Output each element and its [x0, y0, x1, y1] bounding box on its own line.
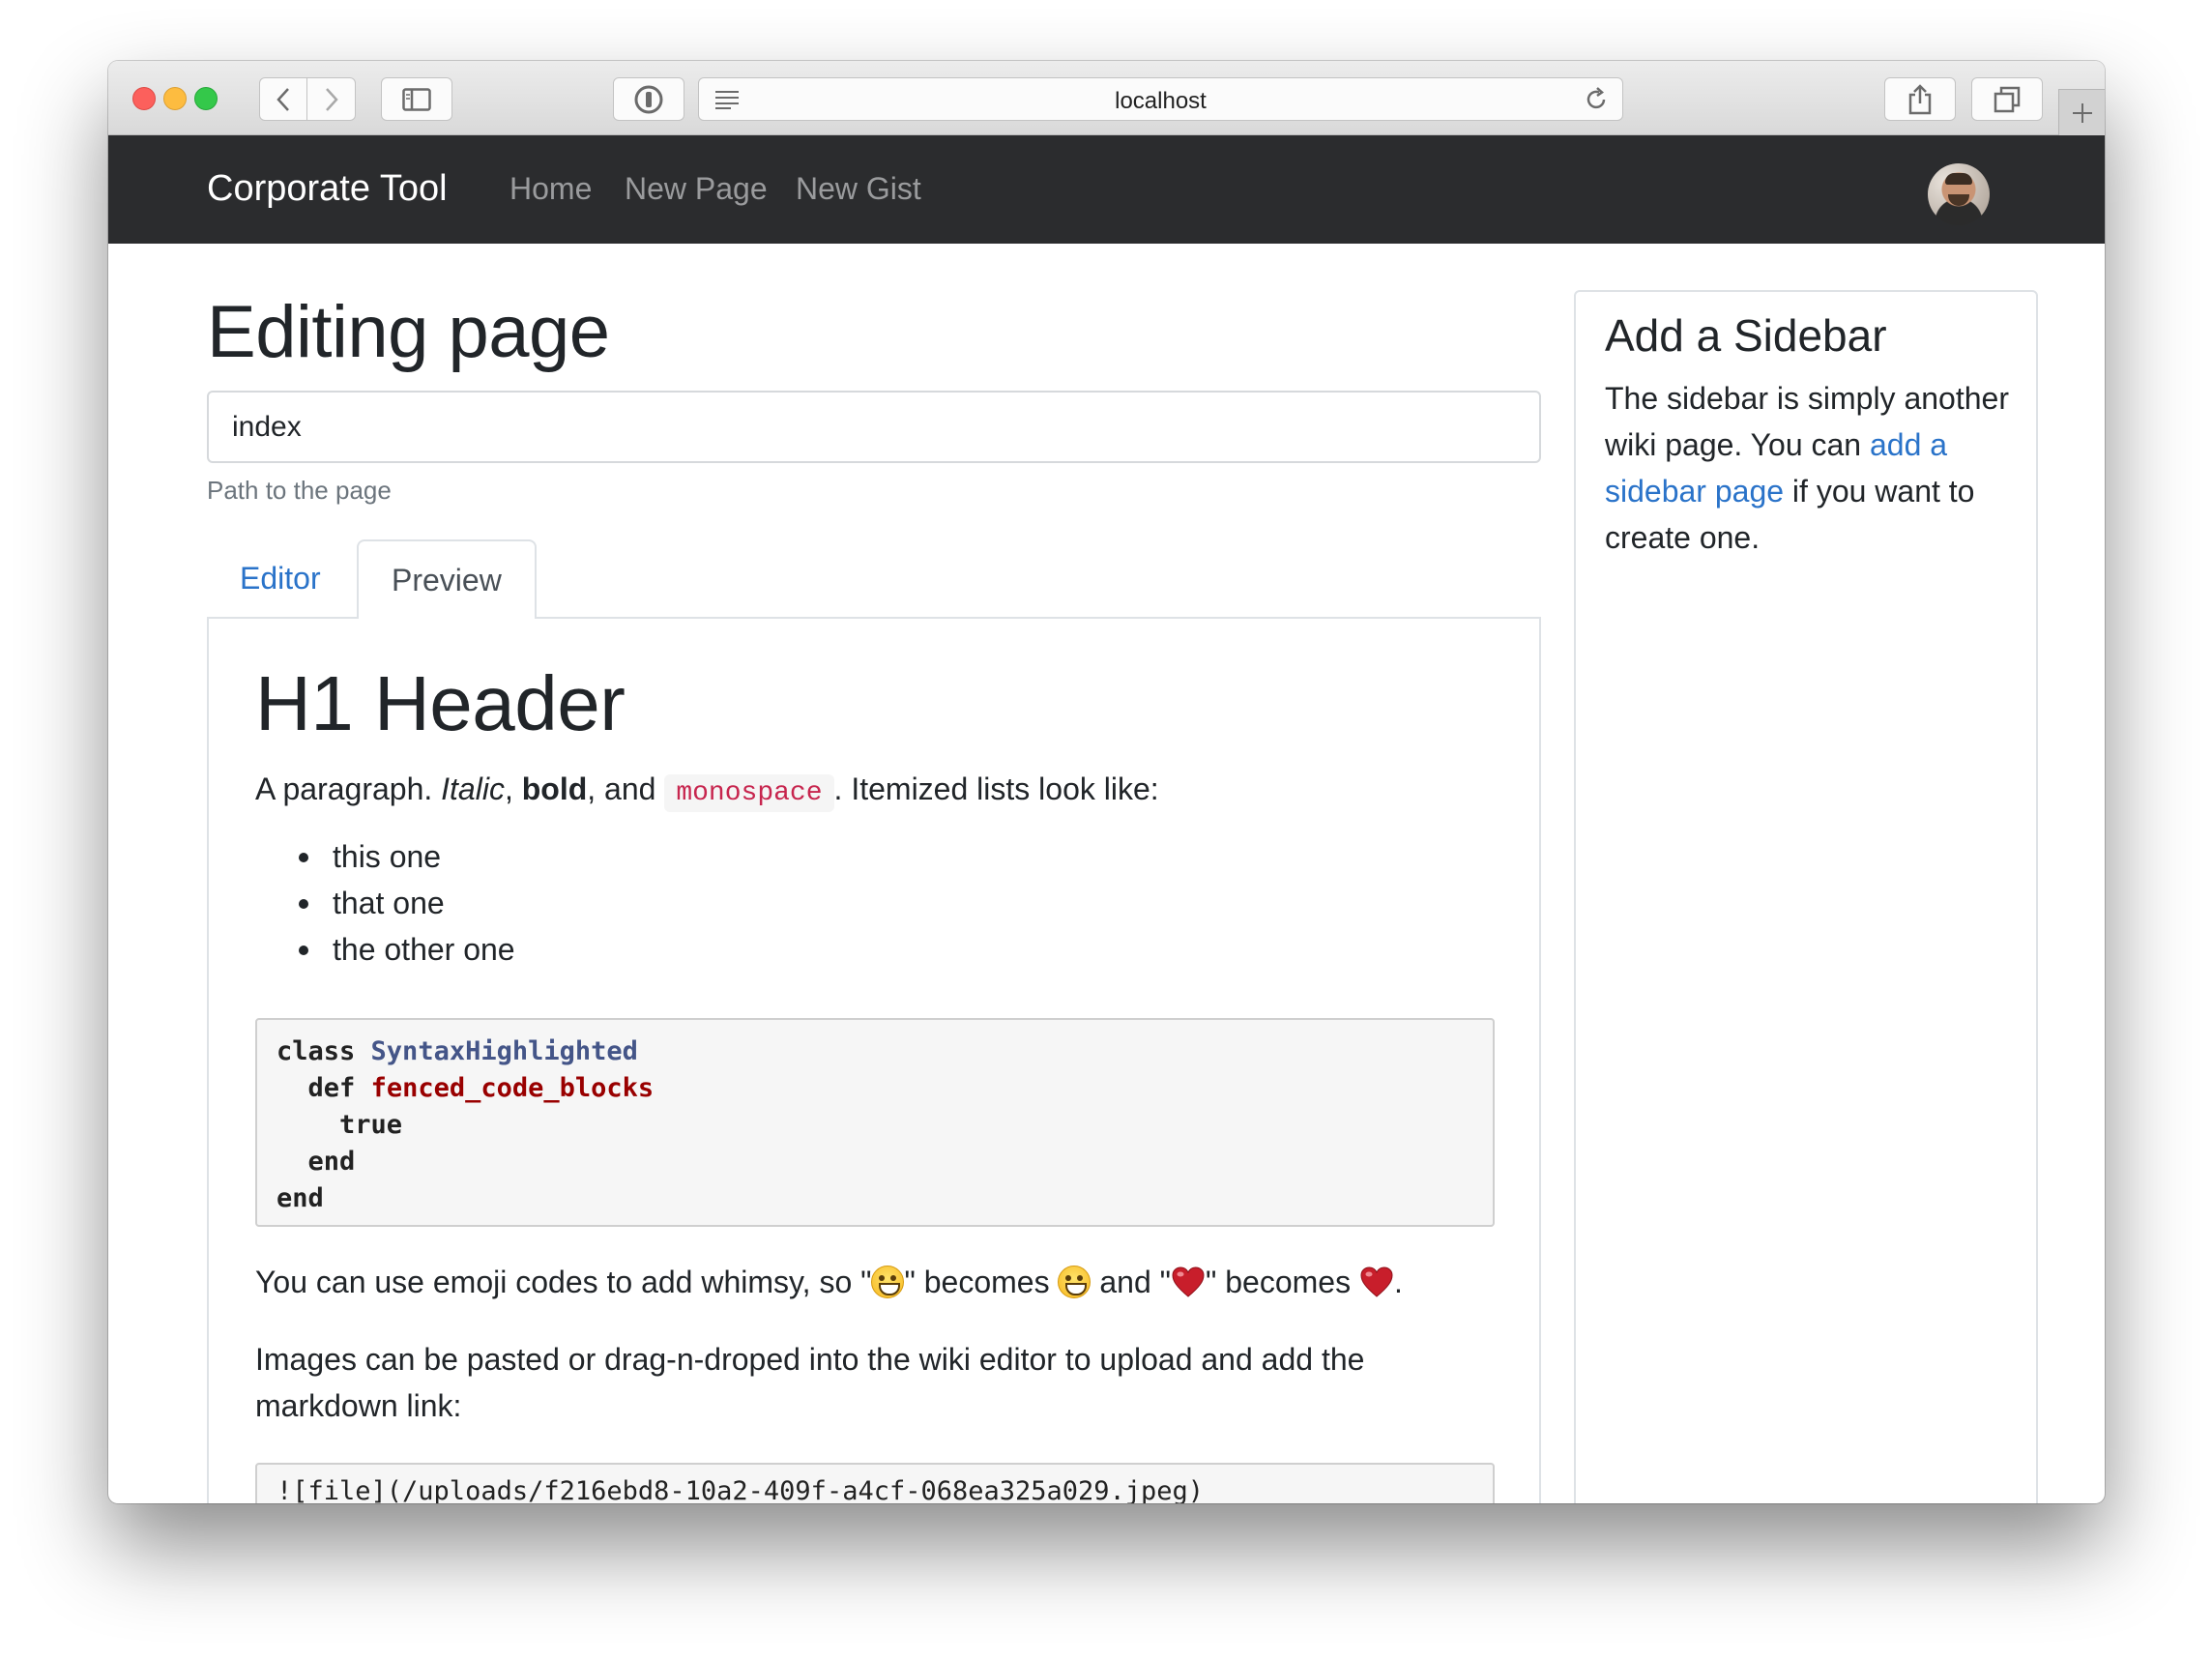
path-help-text: Path to the page: [207, 476, 392, 505]
preview-images-paragraph: Images can be pasted or drag-n-droped in…: [255, 1342, 1365, 1423]
para-text: , and: [587, 771, 665, 806]
browser-toolbar: localhost: [108, 61, 2105, 135]
zoom-window-button[interactable]: [194, 87, 218, 110]
minimize-window-button[interactable]: [163, 87, 187, 110]
code-method-name: fenced_code_blocks: [370, 1073, 655, 1103]
share-icon: [1908, 83, 1932, 114]
nav-new-page-link[interactable]: New Page: [625, 171, 768, 207]
page-path-input[interactable]: [207, 391, 1541, 463]
para-inline-code: monospace: [664, 774, 834, 812]
address-bar[interactable]: localhost: [698, 77, 1623, 121]
avatar-hair: [1945, 173, 1972, 185]
para-text: " becomes: [1206, 1265, 1359, 1299]
preview-paragraph: A paragraph. Italic, bold, and monospace…: [255, 766, 1159, 817]
heart-emoji-icon: [1172, 1266, 1205, 1297]
para-text: ,: [504, 771, 522, 806]
reload-icon[interactable]: [1584, 87, 1609, 112]
list-item: that one: [255, 880, 515, 926]
nav-new-gist-link[interactable]: New Gist: [796, 171, 921, 207]
password-manager-button[interactable]: [613, 77, 684, 121]
para-text: . Itemized lists look like:: [833, 771, 1159, 806]
code-block: class SyntaxHighlighted def fenced_code_…: [255, 1018, 1495, 1227]
preview-list: this one that one the other one: [255, 833, 515, 973]
url-text: localhost: [1115, 88, 1207, 114]
password-icon: [634, 85, 663, 113]
image-code-block: ![file](/uploads/f216ebd8-10a2-409f-a4cf…: [255, 1463, 1495, 1503]
chevron-right-icon: [325, 87, 338, 111]
para-italic: Italic: [441, 771, 505, 806]
para-text: You can use emoji codes to add whimsy, s…: [255, 1265, 872, 1299]
tab-editor[interactable]: Editor: [207, 539, 354, 621]
sidebar-title: Add a Sidebar: [1605, 310, 1887, 361]
para-text: A paragraph.: [255, 771, 442, 806]
share-button[interactable]: [1884, 77, 1956, 121]
code-class-name: SyntaxHighlighted: [370, 1036, 638, 1066]
preview-pane: H1 Header A paragraph. Italic, bold, and…: [207, 619, 1541, 1503]
user-avatar[interactable]: [1928, 163, 1990, 225]
code-keyword: true: [339, 1110, 403, 1140]
sidebar-text: The sidebar is simply another wiki page.…: [1605, 375, 2011, 561]
sidebar-icon: [402, 87, 431, 111]
brand-link[interactable]: Corporate Tool: [207, 168, 448, 210]
list-item: this one: [255, 833, 515, 880]
editor-tabs: Editor Preview: [207, 539, 1541, 621]
para-bold: bold: [521, 771, 588, 806]
site-navbar: Corporate Tool Home New Page New Gist: [108, 135, 2105, 244]
wiki-sidebar: Add a Sidebar The sidebar is simply anot…: [1574, 290, 2038, 1503]
chevron-left-icon: [276, 87, 289, 111]
para-text: .: [1393, 1265, 1403, 1299]
close-window-button[interactable]: [132, 87, 156, 110]
preview-emoji-paragraph: You can use emoji codes to add whimsy, s…: [255, 1259, 1403, 1305]
main-content: Editing page Path to the page Editor Pre…: [108, 244, 2105, 1503]
smile-emoji-icon: [1058, 1266, 1091, 1298]
tab-overview-button[interactable]: [1971, 77, 2043, 121]
tab-preview[interactable]: Preview: [357, 539, 537, 621]
forward-button[interactable]: [307, 77, 356, 121]
tabs-icon: [1994, 86, 2021, 112]
plus-icon: [2072, 102, 2092, 123]
para-text: " becomes: [904, 1265, 1059, 1299]
avatar-beard: [1948, 194, 1969, 206]
code-keyword: end: [276, 1183, 324, 1213]
sidebar-text-before: The sidebar is simply another wiki page.…: [1605, 381, 2009, 462]
page-title: Editing page: [207, 291, 610, 373]
smile-emoji-icon: [871, 1266, 905, 1298]
back-button[interactable]: [259, 77, 307, 121]
new-tab-button[interactable]: [2058, 89, 2105, 135]
code-keyword: end: [307, 1147, 356, 1177]
nav-home-link[interactable]: Home: [509, 171, 592, 207]
sidebar-toggle-button[interactable]: [381, 77, 452, 121]
preview-h1: H1 Header: [255, 660, 626, 746]
code-keyword: def: [307, 1073, 356, 1103]
code-keyword: class: [276, 1036, 356, 1066]
list-item: the other one: [255, 926, 515, 973]
browser-window: localhost Corporate Tool Home New Page N…: [108, 61, 2105, 1503]
heart-emoji-icon: [1360, 1266, 1393, 1297]
para-text: and ": [1091, 1265, 1171, 1299]
